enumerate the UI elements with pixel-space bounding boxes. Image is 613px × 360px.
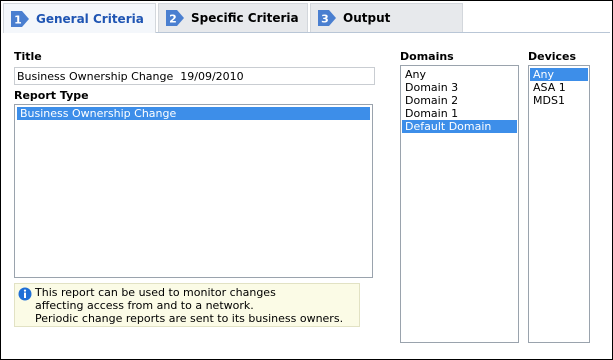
- domain-option-domain-2[interactable]: Domain 2: [402, 94, 517, 107]
- tab-specific-criteria-label: Specific Criteria: [191, 11, 299, 25]
- step-2-icon: 2: [166, 10, 184, 26]
- report-wizard-window: 1 General Criteria 2 Specific Criteria 3…: [0, 0, 613, 360]
- title-input[interactable]: [14, 67, 375, 85]
- domain-option-any[interactable]: Any: [402, 68, 517, 81]
- description-line-1: This report can be used to monitor chang…: [35, 286, 276, 299]
- tab-general-criteria-label: General Criteria: [36, 11, 144, 26]
- tab-specific-criteria[interactable]: 2 Specific Criteria: [158, 3, 308, 32]
- domain-option-domain-3[interactable]: Domain 3: [402, 81, 517, 94]
- tab-general-criteria[interactable]: 1 General Criteria: [3, 3, 156, 33]
- devices-label: Devices: [528, 50, 577, 63]
- device-option-asa-1[interactable]: ASA 1: [530, 81, 588, 94]
- info-icon: [18, 287, 32, 301]
- description-line-3: Periodic change reports are sent to its …: [35, 312, 344, 325]
- svg-text:1: 1: [14, 13, 22, 26]
- domains-label: Domains: [400, 50, 454, 63]
- devices-list[interactable]: Any ASA 1 MDS1: [528, 65, 590, 343]
- device-option-mds1[interactable]: MDS1: [530, 94, 588, 107]
- description-line-2: affecting access from and to a network.: [35, 299, 254, 312]
- svg-text:2: 2: [169, 13, 177, 26]
- svg-text:3: 3: [321, 13, 329, 26]
- domain-option-domain-1[interactable]: Domain 1: [402, 107, 517, 120]
- step-1-icon: 1: [11, 10, 29, 27]
- report-type-label: Report Type: [14, 89, 89, 102]
- domain-option-default-domain[interactable]: Default Domain: [402, 120, 517, 133]
- title-label: Title: [14, 50, 42, 63]
- domains-list[interactable]: Any Domain 3 Domain 2 Domain 1 Default D…: [400, 65, 519, 343]
- device-option-any[interactable]: Any: [530, 68, 588, 81]
- report-type-list[interactable]: Business Ownership Change: [14, 104, 373, 278]
- tab-bar-filler: [465, 3, 610, 32]
- report-type-option-business-ownership-change[interactable]: Business Ownership Change: [17, 107, 370, 120]
- step-3-icon: 3: [318, 10, 336, 26]
- tab-output[interactable]: 3 Output: [310, 3, 463, 32]
- wizard-tab-bar: 1 General Criteria 2 Specific Criteria 3…: [3, 3, 610, 33]
- report-description-box: This report can be used to monitor chang…: [14, 283, 360, 327]
- tab-output-label: Output: [343, 11, 391, 25]
